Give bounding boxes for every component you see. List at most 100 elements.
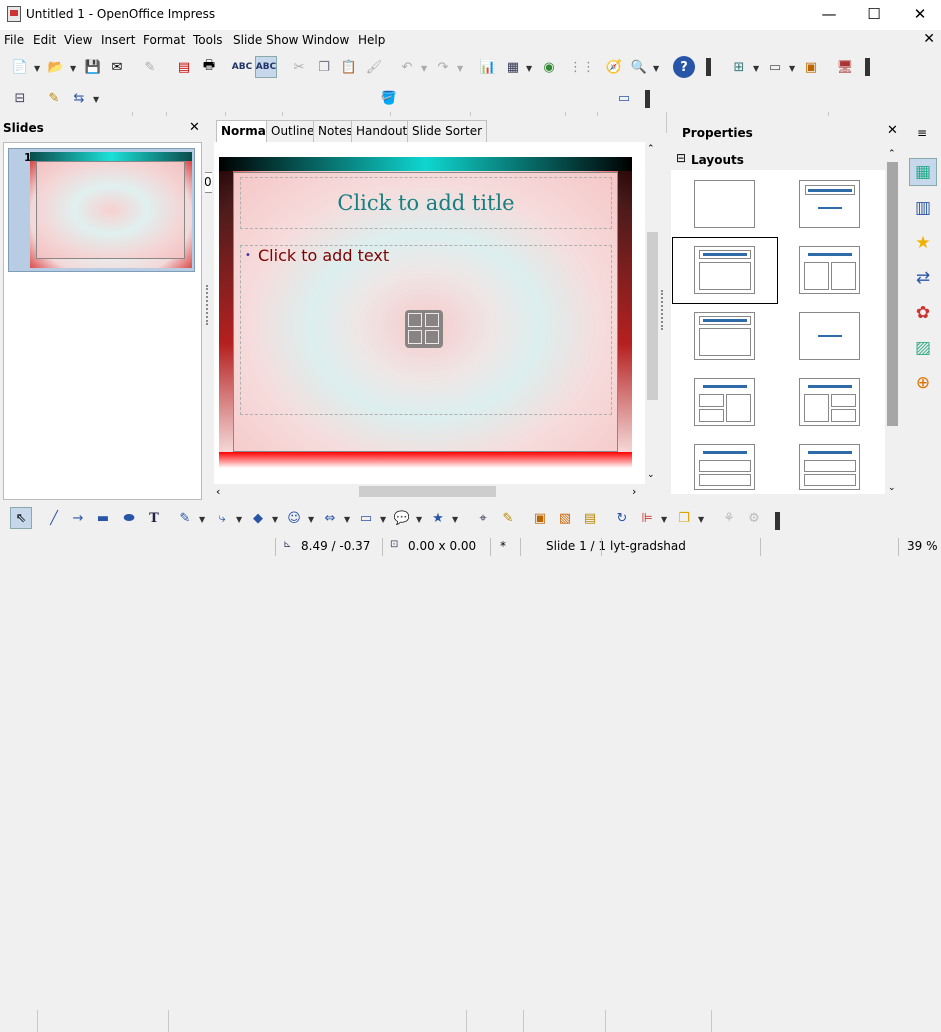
layout-title-content-two[interactable] [694,378,755,426]
arrange-icon[interactable]: ❐ [673,507,695,529]
sidebar-menu-icon[interactable]: ≡ [917,126,927,140]
slide-transition-icon[interactable]: ⇄ [909,264,937,292]
zoom-icon[interactable]: 🔍 [628,56,650,78]
insert-image-icon[interactable] [408,330,422,344]
insert-object-icon[interactable] [405,310,443,348]
symbol-shapes-icon[interactable]: ☺ [283,507,305,529]
close-document-button[interactable]: ✕ [923,31,935,47]
help-icon[interactable]: ? [673,56,695,78]
from-file-icon[interactable]: ▧ [554,507,576,529]
curve-icon[interactable]: ✎ [174,507,196,529]
symbol-shapes-dropdown-icon[interactable]: ▼ [308,515,314,524]
flowchart-icon[interactable]: ▭ [355,507,377,529]
block-arrows-icon[interactable]: ⇔ [319,507,341,529]
chart-icon[interactable]: 📊 [477,56,499,78]
glue-points-icon[interactable]: ✎ [497,507,519,529]
edit-file-icon[interactable]: ✎ [139,56,161,78]
menu-help[interactable]: Help [358,33,385,47]
layout-blank[interactable] [694,180,755,228]
flowchart-dropdown-icon[interactable]: ▼ [380,515,386,524]
menu-format[interactable]: Format [143,33,185,47]
undo-icon[interactable]: ↶ [396,56,418,78]
menu-insert[interactable]: Insert [101,33,135,47]
master-pages-icon[interactable]: ▥ [909,194,937,222]
format-paintbrush-icon[interactable]: 🖌 [363,56,385,78]
new-document-icon[interactable]: 📄 [9,56,31,78]
alignment-dropdown-icon[interactable]: ▼ [661,515,667,524]
horizontal-scroll-thumb[interactable] [359,486,496,497]
layout-title-only[interactable] [799,180,860,228]
autospellcheck-icon[interactable]: ABC [255,56,277,78]
layouts-section-title[interactable]: Layouts [691,153,744,167]
properties-scroll-thumb[interactable] [887,162,898,426]
callouts-icon[interactable]: 💬 [391,507,413,529]
close-button[interactable]: ✕ [897,0,941,28]
layout-dropdown-icon[interactable]: ▼ [789,64,795,73]
callouts-dropdown-icon[interactable]: ▼ [416,515,422,524]
slides-pane-close-button[interactable]: ✕ [189,120,200,135]
title-placeholder[interactable]: Click to add title [240,177,612,229]
redo-icon[interactable]: ↷ [432,56,454,78]
layout-title-four-content[interactable] [694,444,755,490]
open-folder-icon[interactable]: 📂 [45,56,67,78]
undo-dropdown-icon[interactable]: ▼ [421,64,427,73]
block-arrows-dropdown-icon[interactable]: ▼ [344,515,350,524]
line-icon[interactable]: ╱ [43,507,65,529]
properties-close-button[interactable]: ✕ [887,123,898,138]
table-icon[interactable]: ▦ [502,56,524,78]
points-icon[interactable]: ⌖ [472,507,494,529]
toolbar-overflow-handle[interactable] [865,58,870,76]
toggle-3d-icon[interactable]: ⚙ [743,507,765,529]
cut-icon[interactable]: ✂ [288,56,310,78]
menu-edit[interactable]: Edit [33,33,56,47]
zoom-level[interactable]: 39 % [907,539,938,553]
connector-icon[interactable]: ⤷ [211,507,233,529]
new-slide-icon[interactable]: ⊞ [728,56,750,78]
toolbar-overflow-handle[interactable] [645,90,650,108]
save-icon[interactable]: 💾 [82,56,104,78]
copy-icon[interactable]: ❐ [313,56,335,78]
area-fill-icon[interactable]: 🪣 [378,87,400,109]
scroll-up-icon[interactable]: ⌃ [647,144,655,154]
arrange-dropdown-icon[interactable]: ▼ [698,515,704,524]
document-modified[interactable]: * [500,539,506,553]
insert-video-icon[interactable] [425,330,439,344]
scroll-right-icon[interactable]: › [632,485,636,498]
minimize-button[interactable]: — [806,0,852,28]
line-style-icon[interactable]: ⊟ [9,87,31,109]
slide-show-icon[interactable]: 🖥 [834,56,856,78]
pane-splitter[interactable] [206,285,210,325]
table-dropdown-icon[interactable]: ▼ [526,64,532,73]
gallery-icon[interactable]: ▨ [909,334,937,362]
ellipse-icon[interactable]: ⬬ [118,507,140,529]
layout-title-content[interactable] [694,246,755,294]
gallery-toggle-icon[interactable]: ▤ [579,507,601,529]
layout-title-two-content[interactable] [799,246,860,294]
vertical-scroll-thumb[interactable] [647,232,658,400]
tab-outline[interactable]: Outline [266,120,320,142]
collapse-icon[interactable]: ⊟ [676,151,686,165]
connector-dropdown-icon[interactable]: ▼ [236,515,242,524]
new-dropdown-icon[interactable]: ▼ [34,64,40,73]
custom-animation-icon[interactable]: ★ [909,229,937,257]
scroll-down-icon[interactable]: ⌄ [647,470,655,480]
export-pdf-icon[interactable]: ▤ [173,56,195,78]
pane-splitter[interactable] [661,290,665,330]
line-tool-icon[interactable]: ✎ [43,87,65,109]
slide-design-icon[interactable]: ▣ [800,56,822,78]
menu-window[interactable]: Window [302,33,349,47]
line-arrow-icon[interactable]: → [67,507,89,529]
toolbar-overflow-handle[interactable] [706,58,711,76]
navigator-deck-icon[interactable]: ⊕ [909,369,937,397]
text-icon[interactable]: T [143,507,165,529]
maximize-button[interactable]: ☐ [851,0,897,28]
layout-title-content-alt[interactable] [694,312,755,360]
paste-icon[interactable]: 📋 [338,56,360,78]
select-arrow-icon[interactable]: ⇖ [10,507,32,529]
menu-slide-show[interactable]: Slide Show [233,33,298,47]
new-slide-dropdown-icon[interactable]: ▼ [753,64,759,73]
toolbar-overflow-handle[interactable] [775,512,780,530]
arrow-style-dropdown-icon[interactable]: ▼ [93,95,99,104]
rotate-icon[interactable]: ↻ [611,507,633,529]
styles-icon[interactable]: ✿ [909,299,937,327]
